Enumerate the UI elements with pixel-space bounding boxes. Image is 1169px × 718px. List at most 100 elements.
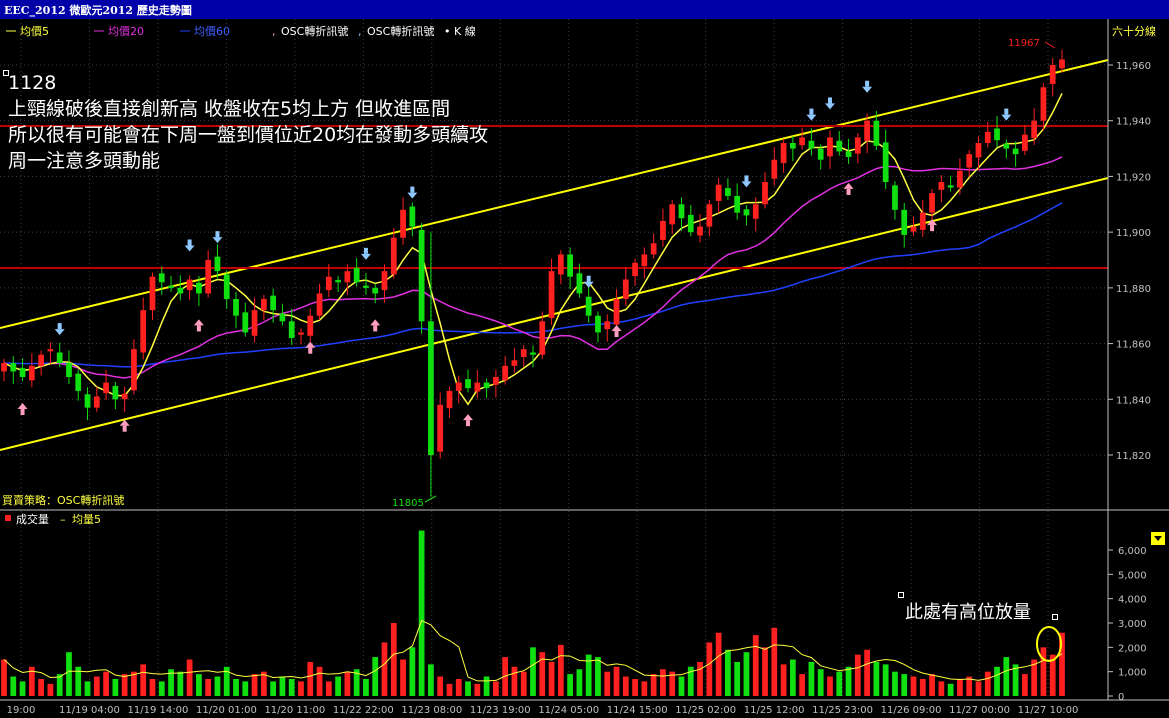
candle-body (650, 243, 657, 255)
volume-bar (1, 659, 7, 696)
buy-signal-arrow (466, 420, 471, 427)
candle-body (827, 137, 833, 157)
candle-body (845, 151, 852, 157)
volume-bar (511, 666, 518, 696)
volume-bar (149, 678, 156, 696)
candle-body (372, 287, 379, 294)
sell-signal-arrow (57, 323, 62, 330)
volume-bar (854, 654, 861, 696)
candle-body (10, 363, 17, 372)
candle-body (1040, 87, 1047, 121)
candle-body (984, 131, 991, 143)
volume-bar (298, 681, 304, 696)
volume-bar (808, 661, 815, 696)
volume-bar (177, 671, 184, 696)
volume-bar (734, 661, 741, 696)
volume-tick-label: 1,000 (1118, 668, 1147, 679)
volume-bar (335, 676, 341, 696)
candle-body (316, 293, 323, 316)
volume-bar (483, 676, 490, 696)
volume-bar (595, 657, 601, 696)
note-line-1: 上頸線破後直接創新高 收盤收在5均上方 但收進區間 (8, 98, 451, 120)
volume-bar (604, 671, 611, 696)
legend-ma5: 均價5 (20, 24, 49, 38)
candle-body (687, 214, 694, 233)
volume-bar (957, 678, 963, 696)
buy-signal-arrow (614, 331, 619, 337)
note-line-3: 周一注意多頭動能 (8, 150, 161, 172)
volume-bar (409, 647, 416, 696)
volume-bar (715, 632, 722, 696)
price-tick-label: 11,860 (1116, 340, 1151, 351)
volume-bar (66, 652, 72, 696)
candle-body (919, 212, 926, 230)
volume-bar (994, 666, 1000, 696)
volume-bar (214, 676, 221, 696)
volume-bar (641, 681, 648, 696)
candle-body (66, 363, 72, 377)
volume-tick-label: 4,000 (1118, 595, 1147, 606)
candle-body (409, 206, 416, 227)
price-tick-label: 11,960 (1116, 61, 1151, 72)
candle-body (938, 182, 945, 190)
volume-bar (929, 674, 935, 696)
volume-bar (363, 678, 369, 696)
volume-bar (622, 676, 629, 696)
candle-body (910, 226, 917, 232)
volume-bar (632, 678, 638, 696)
legend-ma60: 均價60 (194, 24, 230, 38)
volume-bar (418, 530, 425, 696)
candle-body (1012, 148, 1019, 155)
candle-body (93, 396, 100, 408)
time-tick-label: 11/19 14:00 (128, 705, 189, 716)
time-tick-label: 11/20 11:00 (264, 705, 325, 716)
candle-body (994, 128, 1000, 141)
volume-bar (344, 671, 351, 696)
svg-text:•: • (444, 25, 451, 38)
volume-bar (103, 671, 109, 696)
candle-body (196, 282, 202, 294)
scroll-down-button[interactable] (1151, 532, 1165, 545)
volume-bar (493, 681, 499, 696)
volume-bar (650, 674, 657, 696)
candle-body (715, 184, 722, 201)
time-tick-label: 11/22 22:00 (333, 705, 394, 716)
volume-bar (465, 681, 471, 696)
volume-bar (975, 681, 982, 696)
sell-signal-arrow (809, 108, 814, 115)
candle-body (725, 188, 731, 196)
candle-body (697, 226, 703, 236)
volume-bar (919, 678, 926, 696)
candle-body (455, 382, 462, 391)
candle-body (75, 373, 82, 391)
candle-body (363, 285, 369, 288)
price-tick-label: 11,920 (1116, 172, 1151, 183)
candle-body (390, 237, 397, 275)
candle-body (520, 349, 527, 357)
candle-body (854, 137, 861, 154)
candle-body (103, 382, 109, 394)
volume-bar (270, 681, 277, 696)
sell-signal-arrow (1004, 108, 1009, 115)
candle-body (251, 310, 258, 336)
candle-body (121, 393, 128, 400)
volume-bar (947, 683, 954, 696)
volume-bar (752, 635, 759, 696)
time-tick-label: 11/25 23:00 (812, 705, 873, 716)
legend-kline: K 線 (454, 24, 476, 38)
volume-bar (678, 676, 685, 696)
volume-bar (520, 671, 527, 696)
volume-bar (984, 671, 991, 696)
candle-body (660, 221, 666, 240)
legend-osc2: OSC轉折訊號 (367, 24, 434, 38)
svg-text:–: – (60, 513, 66, 526)
volume-bar (548, 661, 555, 696)
price-tick-label: 11,880 (1116, 284, 1151, 295)
volume-bar (557, 644, 564, 696)
volume-bar (706, 642, 713, 696)
volume-bar (697, 661, 703, 696)
volume-bar (864, 649, 870, 696)
candle-body (233, 299, 239, 316)
volume-tick-label: 0 (1118, 692, 1124, 703)
time-tick-label: 11/26 09:00 (881, 705, 942, 716)
